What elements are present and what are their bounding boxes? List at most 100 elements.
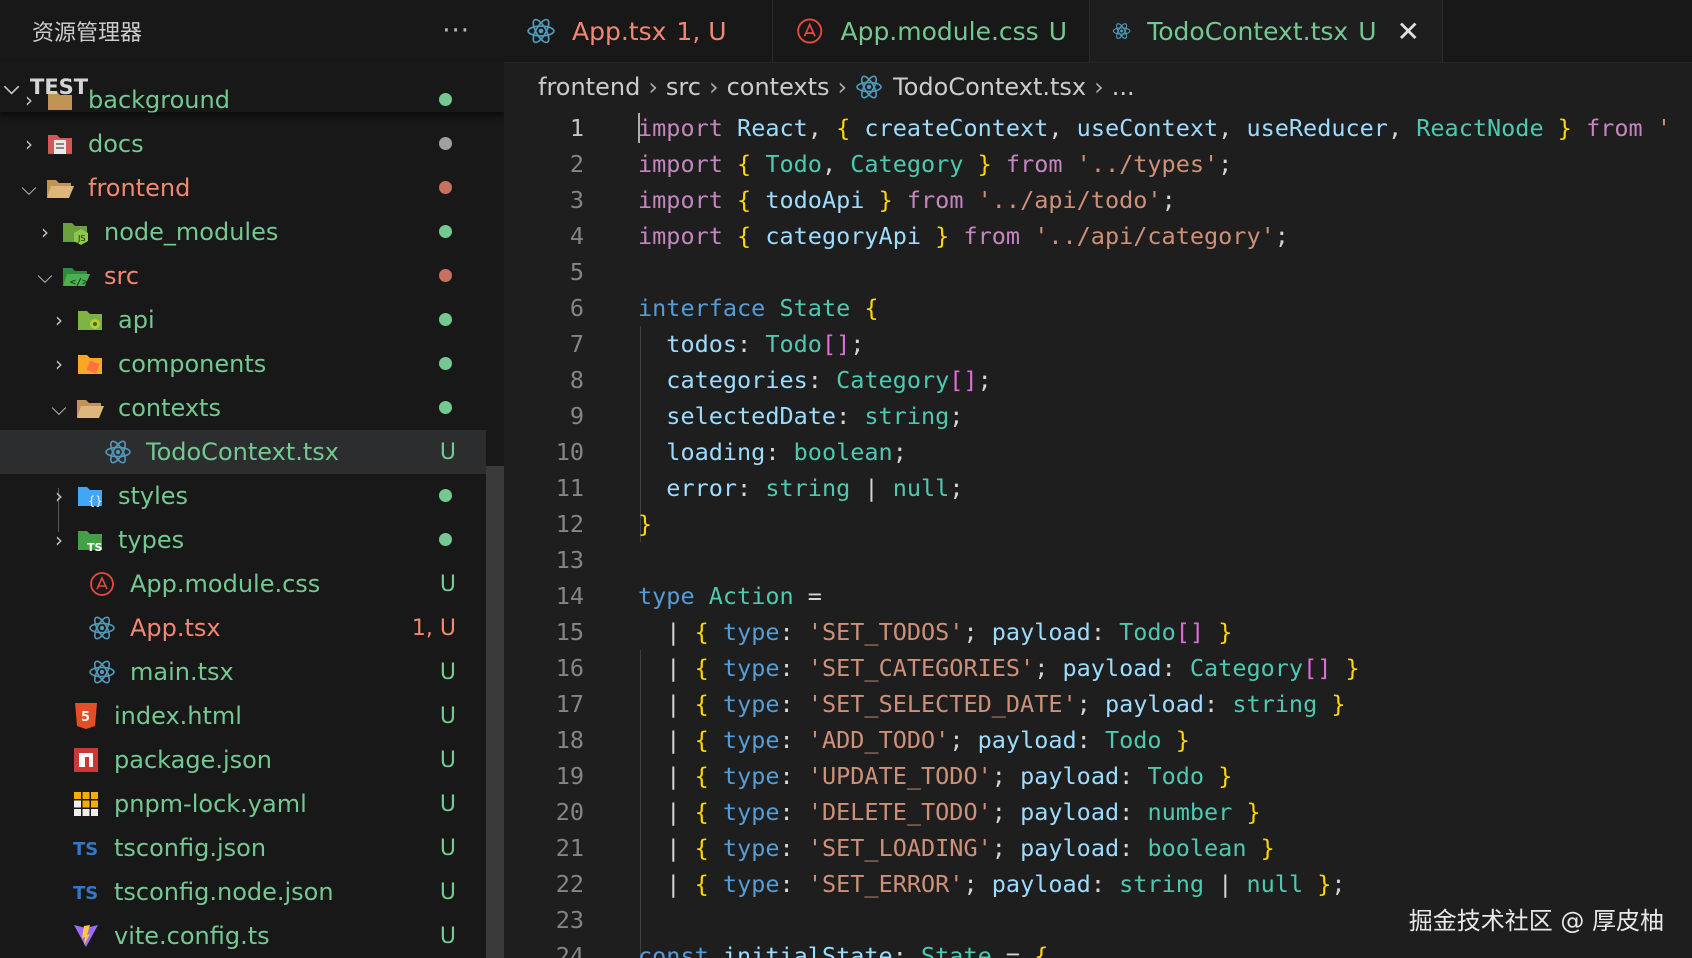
- chevron-right-icon: ›: [55, 308, 63, 332]
- code-line[interactable]: 6 interface State {: [504, 290, 1692, 326]
- code-text: interface State {: [638, 294, 879, 322]
- code-line[interactable]: 16 | { type: 'SET_CATEGORIES'; payload: …: [504, 650, 1692, 686]
- code-text: import React, { createContext, useContex…: [638, 114, 1671, 142]
- code-text: todos: Todo[];: [666, 330, 865, 358]
- breadcrumb-item[interactable]: frontend: [538, 73, 640, 101]
- tree-item-pnpm-lock[interactable]: pnpm-lock.yaml U: [0, 782, 486, 826]
- tree-item-api[interactable]: › api: [0, 298, 486, 342]
- code-line[interactable]: 11 error: string | null;: [504, 470, 1692, 506]
- breadcrumb-item[interactable]: contexts: [727, 73, 830, 101]
- git-status-dot: [439, 313, 452, 326]
- code-line[interactable]: 20 | { type: 'DELETE_TODO'; payload: num…: [504, 794, 1692, 830]
- svg-text:JS: JS: [77, 234, 85, 243]
- line-number: 3: [569, 186, 584, 214]
- tree-item-tsconfig-node[interactable]: TS tsconfig.node.json U: [0, 870, 486, 914]
- tree-item-label: docs: [88, 130, 144, 158]
- tree-item-types[interactable]: › TS types: [0, 518, 486, 562]
- tab-status: U: [1358, 16, 1377, 46]
- code-line[interactable]: 24 const initialState: State = {: [504, 938, 1692, 958]
- tree-item-index-html[interactable]: 5 index.html U: [0, 694, 486, 738]
- git-status-dot: [439, 269, 452, 282]
- tab-app-tsx[interactable]: App.tsx 1, U: [504, 0, 773, 62]
- code-editor[interactable]: 1 import React, { createContext, useConte…: [504, 110, 1692, 958]
- line-number: 15: [555, 618, 584, 646]
- code-line[interactable]: 14 type Action =: [504, 578, 1692, 614]
- chevron-down-icon: ⌵: [21, 176, 37, 200]
- code-line[interactable]: 7 todos: Todo[];: [504, 326, 1692, 362]
- tab-status: 1, U: [676, 16, 727, 46]
- code-line[interactable]: 18 | { type: 'ADD_TODO'; payload: Todo }: [504, 722, 1692, 758]
- tree-item-vite-config[interactable]: vite.config.ts U: [0, 914, 486, 958]
- code-line[interactable]: 13: [504, 542, 1692, 578]
- code-line[interactable]: 4 import { categoryApi } from '../api/cat…: [504, 218, 1692, 254]
- code-line[interactable]: 22 | { type: 'SET_ERROR'; payload: strin…: [504, 866, 1692, 902]
- folder-types-icon: TS: [74, 525, 106, 555]
- tree-item-frontend[interactable]: ⌵ frontend: [0, 166, 486, 210]
- code-text: const initialState: State = {: [638, 942, 1049, 958]
- tree-item-label: tsconfig.node.json: [114, 878, 334, 906]
- tree-item-label: vite.config.ts: [114, 922, 270, 950]
- breadcrumb-item[interactable]: TodoContext.tsx: [893, 73, 1086, 101]
- folder-api-icon: [74, 305, 106, 335]
- line-number: 7: [569, 330, 584, 358]
- tree-item-package-json[interactable]: package.json U: [0, 738, 486, 782]
- code-line[interactable]: 15 | { type: 'SET_TODOS'; payload: Todo[…: [504, 614, 1692, 650]
- react-icon: [856, 75, 882, 99]
- tree-item-docs[interactable]: › docs: [0, 122, 486, 166]
- tab-label: App.tsx: [572, 16, 667, 46]
- code-line[interactable]: 5: [504, 254, 1692, 290]
- line-number: 21: [555, 834, 584, 862]
- sidebar-scrollbar[interactable]: [486, 466, 504, 958]
- tree-item-tsconfig[interactable]: TS tsconfig.json U: [0, 826, 486, 870]
- section-header-test[interactable]: ⌵ TEST: [0, 62, 504, 112]
- tab-todocontext-tsx[interactable]: TodoContext.tsx U ✕: [1090, 0, 1443, 62]
- tree-item-label: pnpm-lock.yaml: [114, 790, 307, 818]
- tree-item-styles[interactable]: › {} styles: [0, 474, 486, 518]
- code-line[interactable]: 1 import React, { createContext, useConte…: [504, 110, 1692, 146]
- chevron-down-icon: ⌵: [37, 264, 53, 288]
- git-status-dot: [439, 401, 452, 414]
- tree-item-node-modules[interactable]: › JS node_modules: [0, 210, 486, 254]
- line-number: 10: [555, 438, 584, 466]
- react-icon: [527, 18, 555, 44]
- tab-app-module-css[interactable]: App.module.css U: [773, 0, 1090, 62]
- tab-label: App.module.css: [840, 16, 1039, 46]
- close-icon[interactable]: ✕: [1397, 15, 1420, 48]
- chevron-right-icon: ›: [837, 73, 848, 101]
- svg-text:TS: TS: [87, 541, 103, 553]
- tree-item-contexts[interactable]: ⌵ contexts: [0, 386, 486, 430]
- line-number: 14: [555, 582, 584, 610]
- code-text: error: string | null;: [666, 474, 964, 502]
- svg-text:TS: TS: [73, 839, 98, 860]
- breadcrumb-item[interactable]: src: [666, 73, 701, 101]
- code-line[interactable]: 9 selectedDate: string;: [504, 398, 1692, 434]
- line-number: 23: [555, 906, 584, 934]
- code-text: type Action =: [638, 582, 822, 610]
- code-line[interactable]: 2 import { Todo, Category } from '../type…: [504, 146, 1692, 182]
- tree-item-label: package.json: [114, 746, 273, 774]
- tree-item-components[interactable]: › components: [0, 342, 486, 386]
- chevron-right-icon: ›: [708, 73, 719, 101]
- git-status: U: [439, 571, 456, 597]
- code-line[interactable]: 12}: [504, 506, 1692, 542]
- tree-item-app-tsx[interactable]: App.tsx 1, U: [0, 606, 486, 650]
- code-line[interactable]: 21 | { type: 'SET_LOADING'; payload: boo…: [504, 830, 1692, 866]
- line-number: 11: [555, 474, 584, 502]
- chevron-right-icon: ›: [41, 220, 49, 244]
- chevron-down-icon: ⌵: [51, 396, 67, 420]
- folder-styles-icon: {}: [74, 481, 106, 511]
- tree-item-main-tsx[interactable]: main.tsx U: [0, 650, 486, 694]
- tree-item-src[interactable]: ⌵ </> src: [0, 254, 486, 298]
- typescript-icon: TS: [70, 833, 102, 863]
- chevron-right-icon: ›: [55, 528, 63, 552]
- line-number: 8: [569, 366, 584, 394]
- tree-item-app-module-css[interactable]: App.module.css U: [0, 562, 486, 606]
- code-line[interactable]: 17 | { type: 'SET_SELECTED_DATE'; payloa…: [504, 686, 1692, 722]
- code-line[interactable]: 3 import { todoApi } from '../api/todo';: [504, 182, 1692, 218]
- tree-item-todocontext[interactable]: TodoContext.tsx U: [0, 430, 486, 474]
- breadcrumb-item[interactable]: ...: [1112, 73, 1135, 101]
- ellipsis-icon[interactable]: ···: [442, 16, 470, 46]
- code-line[interactable]: 10 loading: boolean;: [504, 434, 1692, 470]
- code-line[interactable]: 19 | { type: 'UPDATE_TODO'; payload: Tod…: [504, 758, 1692, 794]
- code-line[interactable]: 8 categories: Category[];: [504, 362, 1692, 398]
